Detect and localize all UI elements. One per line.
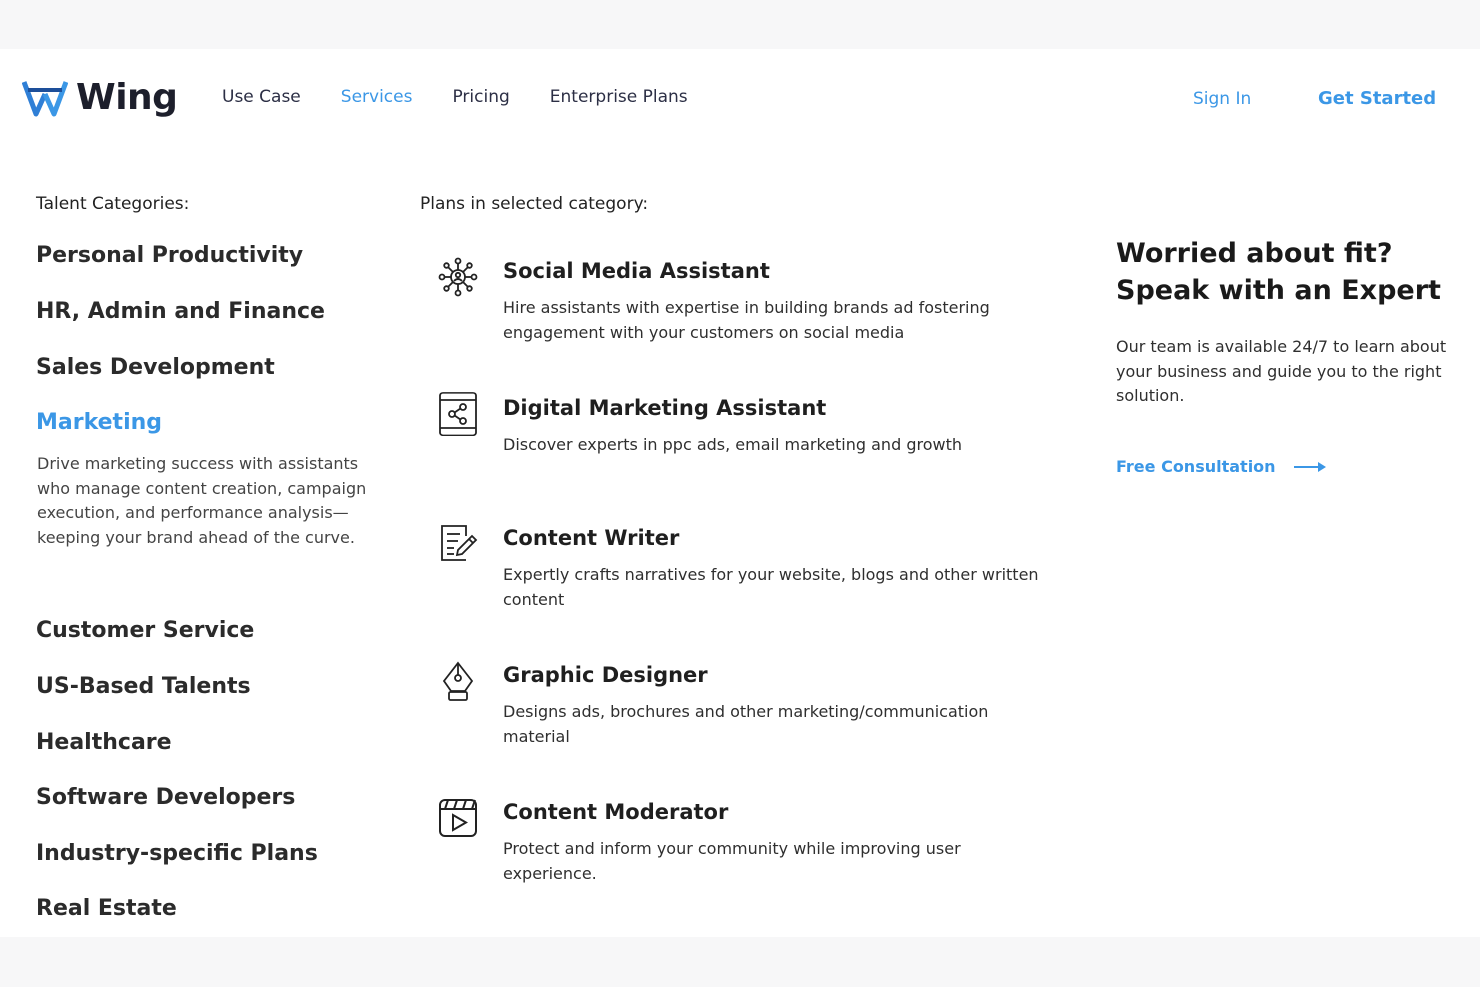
plan-title: Content Writer: [503, 526, 680, 550]
plan-description: Protect and inform your community while …: [503, 839, 961, 883]
category-customer-service[interactable]: Customer Service: [36, 618, 254, 643]
category-us-based-talents[interactable]: US-Based Talents: [36, 674, 251, 699]
plan-digital-marketing-assistant[interactable]: Digital Marketing Assistant Discover exp…: [436, 392, 1056, 466]
plan-title: Digital Marketing Assistant: [503, 396, 827, 420]
plan-content-moderator[interactable]: Content Moderator Protect and inform you…: [436, 799, 1056, 890]
pen-nib-icon: [436, 659, 480, 703]
category-industry-specific-plans[interactable]: Industry-specific Plans: [36, 841, 318, 866]
category-marketing[interactable]: Marketing: [36, 410, 162, 435]
plan-content-writer[interactable]: Content Writer Expertly crafts narrative…: [436, 525, 1056, 616]
logo[interactable]: Wing: [22, 77, 178, 118]
plan-description: Hire assistants with expertise in buildi…: [503, 298, 990, 342]
plan-description: Discover experts in ppc ads, email marke…: [503, 435, 962, 454]
plan-description: Designs ads, brochures and other marketi…: [503, 702, 989, 746]
sign-in-link[interactable]: Sign In: [1193, 89, 1251, 109]
social-network-icon: [436, 255, 480, 299]
plans-label: Plans in selected category:: [420, 194, 649, 214]
plan-description: Expertly crafts narratives for your webs…: [503, 565, 1039, 609]
nav-services[interactable]: Services: [341, 87, 413, 107]
arrow-right-icon: [1293, 461, 1326, 472]
get-started-button[interactable]: Get Started: [1318, 88, 1436, 109]
nav-enterprise-plans[interactable]: Enterprise Plans: [550, 87, 688, 107]
category-healthcare[interactable]: Healthcare: [36, 730, 172, 755]
document-edit-icon: [436, 522, 480, 566]
free-consultation-link[interactable]: Free Consultation: [1116, 457, 1328, 476]
category-description: Drive marketing success with assistants …: [37, 454, 367, 548]
plan-social-media-assistant[interactable]: Social Media Assistant Hire assistants w…: [436, 257, 1056, 349]
wing-logo-icon: [22, 78, 68, 118]
video-clapper-icon: [436, 796, 480, 840]
logo-text: Wing: [76, 77, 178, 118]
category-personal-productivity[interactable]: Personal Productivity: [36, 243, 303, 268]
free-consultation-label: Free Consultation: [1116, 457, 1276, 476]
category-sales-development[interactable]: Sales Development: [36, 355, 275, 380]
mega-menu-page: Wing Use Case Services Pricing Enterpris…: [0, 49, 1480, 937]
category-hr-admin-finance[interactable]: HR, Admin and Finance: [36, 299, 325, 324]
tablet-share-icon: [436, 392, 480, 436]
plan-graphic-designer[interactable]: Graphic Designer Designs ads, brochures …: [436, 661, 1056, 753]
nav-pricing[interactable]: Pricing: [452, 87, 509, 107]
main-nav: Use Case Services Pricing Enterprise Pla…: [222, 87, 728, 107]
plan-title: Social Media Assistant: [503, 259, 770, 283]
nav-use-case[interactable]: Use Case: [222, 87, 301, 107]
talent-categories-label: Talent Categories:: [36, 194, 190, 214]
category-software-developers[interactable]: Software Developers: [36, 785, 295, 810]
cta-text: Our team is available 24/7 to learn abou…: [1116, 337, 1447, 406]
category-real-estate[interactable]: Real Estate: [36, 896, 177, 921]
plan-title: Content Moderator: [503, 800, 729, 824]
plan-title: Graphic Designer: [503, 663, 708, 687]
cta-title: Worried about fit? Speak with an Expert: [1116, 238, 1441, 306]
